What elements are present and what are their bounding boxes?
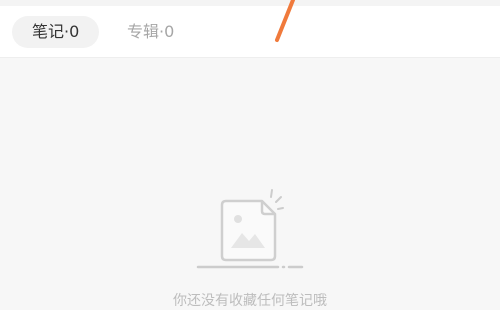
empty-document-image-icon <box>196 189 304 269</box>
orange-stroke-mark <box>275 0 295 42</box>
empty-state-text: 你还没有收藏任何笔记哦 <box>173 293 327 309</box>
